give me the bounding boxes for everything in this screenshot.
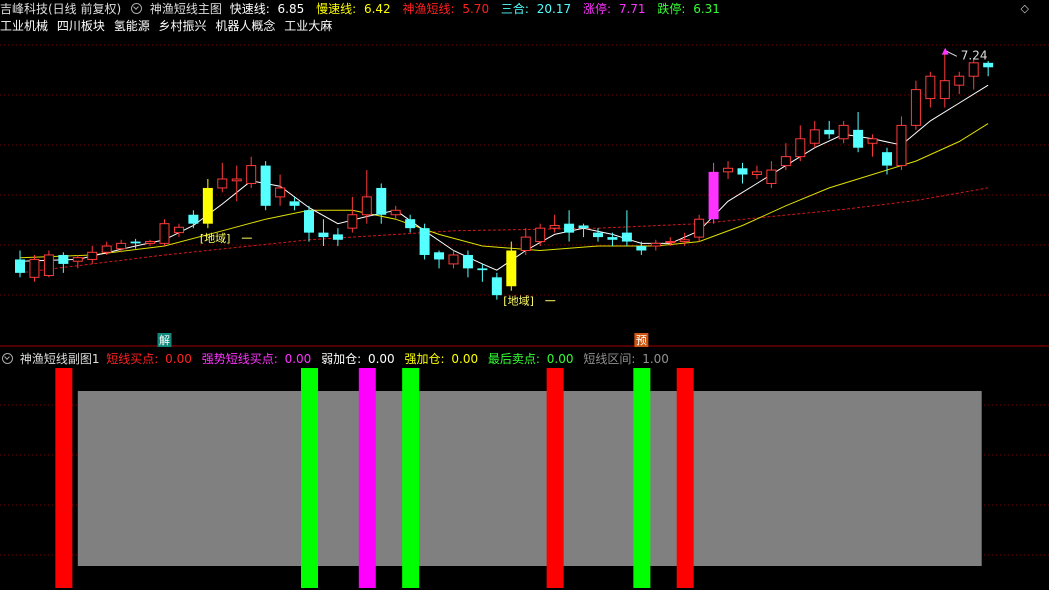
candle-body — [780, 156, 791, 167]
candle-body — [87, 251, 98, 260]
candle-body — [58, 254, 69, 264]
candle-body — [376, 187, 387, 215]
candle-body — [116, 242, 127, 250]
candle-body — [15, 259, 25, 273]
peak-price-label: 7.24 — [961, 48, 988, 62]
sub-range-bar — [77, 391, 982, 566]
marker-label: 解 — [159, 333, 170, 347]
candle-body — [477, 268, 488, 271]
candle-body — [43, 254, 54, 277]
candle-body — [621, 232, 632, 242]
candle-body — [188, 214, 199, 224]
candle-body — [983, 62, 994, 68]
sub-signal-bar — [402, 368, 420, 588]
candle-annotation: [地域] — [200, 232, 231, 245]
candle-body — [491, 277, 502, 296]
candle-body — [535, 227, 546, 243]
candle-body — [260, 165, 271, 206]
candle-body — [564, 223, 575, 233]
candle-body — [347, 214, 358, 229]
candle-body — [607, 237, 618, 240]
candle-body — [332, 234, 343, 240]
sub-chart — [55, 368, 982, 588]
candle-body — [145, 241, 156, 244]
candle-annotation: [地域] — [503, 295, 534, 308]
marker-label: 预 — [636, 334, 647, 347]
sub-signal-bar — [633, 368, 651, 588]
candle-body — [838, 124, 849, 140]
sub-signal-bar — [676, 368, 694, 588]
candle-body — [419, 228, 430, 255]
peak-marker: ▲ — [942, 46, 949, 56]
candle-body — [723, 167, 734, 173]
candle-body — [795, 138, 806, 158]
candle-body — [506, 250, 517, 287]
candle-body — [939, 80, 950, 100]
candles — [15, 50, 994, 300]
candle-body — [853, 129, 864, 148]
candle-body — [405, 219, 416, 229]
candle-body — [896, 124, 907, 167]
candle-body — [694, 218, 705, 238]
candle-body — [751, 171, 762, 176]
candle-body — [130, 241, 141, 244]
candle-body — [954, 75, 965, 86]
sub-signal-bar — [55, 368, 73, 588]
candle-body — [434, 252, 445, 260]
sub-signal-bar — [358, 368, 376, 588]
candle-body — [72, 257, 83, 262]
candle-body — [925, 75, 936, 100]
candle-body — [304, 210, 314, 233]
candle-body — [910, 89, 921, 126]
candle-body — [448, 254, 459, 265]
candle-body — [361, 196, 372, 216]
candle-body — [809, 129, 820, 144]
candle-body — [766, 169, 777, 184]
candle-body — [549, 224, 560, 229]
candle-body — [679, 239, 690, 243]
candle-body — [246, 165, 257, 184]
sub-signal-bar — [546, 368, 564, 588]
chart-canvas[interactable]: 7.24 ▲ [地域] [地域] 解 预 — [0, 0, 1049, 590]
candle-body — [318, 232, 329, 238]
candle-body — [231, 178, 242, 182]
candle-body — [708, 171, 719, 220]
candle-body — [173, 226, 184, 234]
candle-body — [202, 187, 213, 224]
candle-body — [520, 236, 531, 251]
candle-body — [462, 254, 473, 269]
candle-body — [636, 246, 647, 251]
candle-body — [159, 223, 170, 244]
candle-body — [650, 242, 661, 247]
candle-body — [217, 178, 228, 189]
sub-signal-bar — [301, 368, 318, 588]
candle-body — [289, 201, 300, 206]
candle-body — [593, 232, 603, 238]
candle-body — [29, 258, 40, 278]
candle-body — [824, 129, 835, 135]
candle-body — [665, 241, 676, 244]
candle-body — [867, 138, 878, 144]
candle-body — [737, 168, 748, 175]
candle-body — [101, 245, 112, 253]
candle-body — [275, 187, 286, 198]
candle-body — [578, 225, 589, 229]
candle-body — [390, 209, 401, 216]
candle-body — [968, 62, 979, 77]
candle-body — [882, 152, 892, 166]
